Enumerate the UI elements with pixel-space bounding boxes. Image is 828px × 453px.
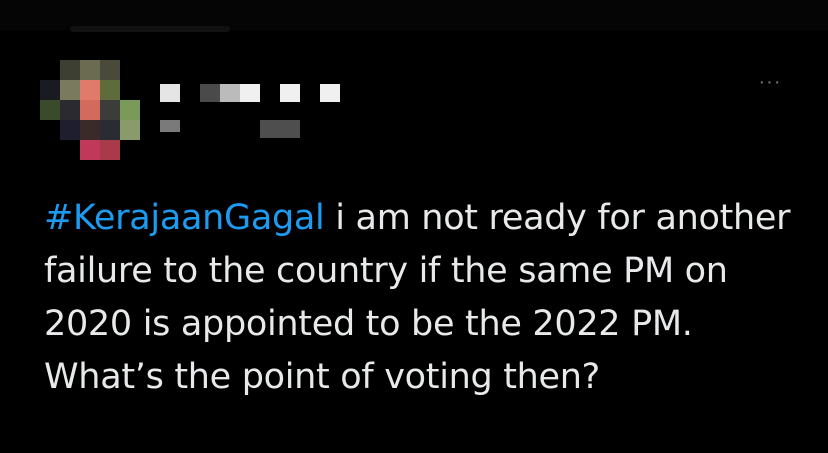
avatar-pixel [100, 80, 120, 100]
avatar-pixel [100, 60, 120, 80]
hashtag-link[interactable]: #KerajaanGagal [44, 198, 325, 238]
avatar-pixel [100, 120, 120, 140]
avatar[interactable] [40, 60, 140, 160]
avatar-pixel [100, 140, 120, 160]
avatar-pixel [80, 120, 100, 140]
redacted-block [200, 84, 220, 102]
avatar-pixel [60, 120, 80, 140]
redacted-block [160, 120, 180, 132]
redacted-block [160, 84, 180, 102]
ellipsis-icon: ··· [758, 71, 782, 93]
redacted-block [260, 120, 300, 138]
avatar-pixel [120, 100, 140, 120]
avatar-pixel [60, 60, 80, 80]
avatar-pixel [40, 100, 60, 120]
avatar-pixel [80, 100, 100, 120]
avatar-pixel [120, 120, 140, 140]
redacted-block [220, 84, 240, 102]
avatar-pixel [80, 140, 100, 160]
avatar-pixel [80, 60, 100, 80]
top-strip-fade [70, 26, 230, 32]
avatar-pixel [60, 100, 80, 120]
more-options-button[interactable]: ··· [752, 70, 788, 94]
avatar-pixel [60, 80, 80, 100]
redacted-block [320, 84, 340, 102]
avatar-pixel [100, 100, 120, 120]
redacted-block [240, 84, 260, 102]
tweet-body: #KerajaanGagal i am not ready for anothe… [44, 192, 804, 404]
top-strip [0, 0, 828, 32]
redacted-block [280, 84, 300, 102]
avatar-pixel [40, 80, 60, 100]
avatar-pixel [80, 80, 100, 100]
